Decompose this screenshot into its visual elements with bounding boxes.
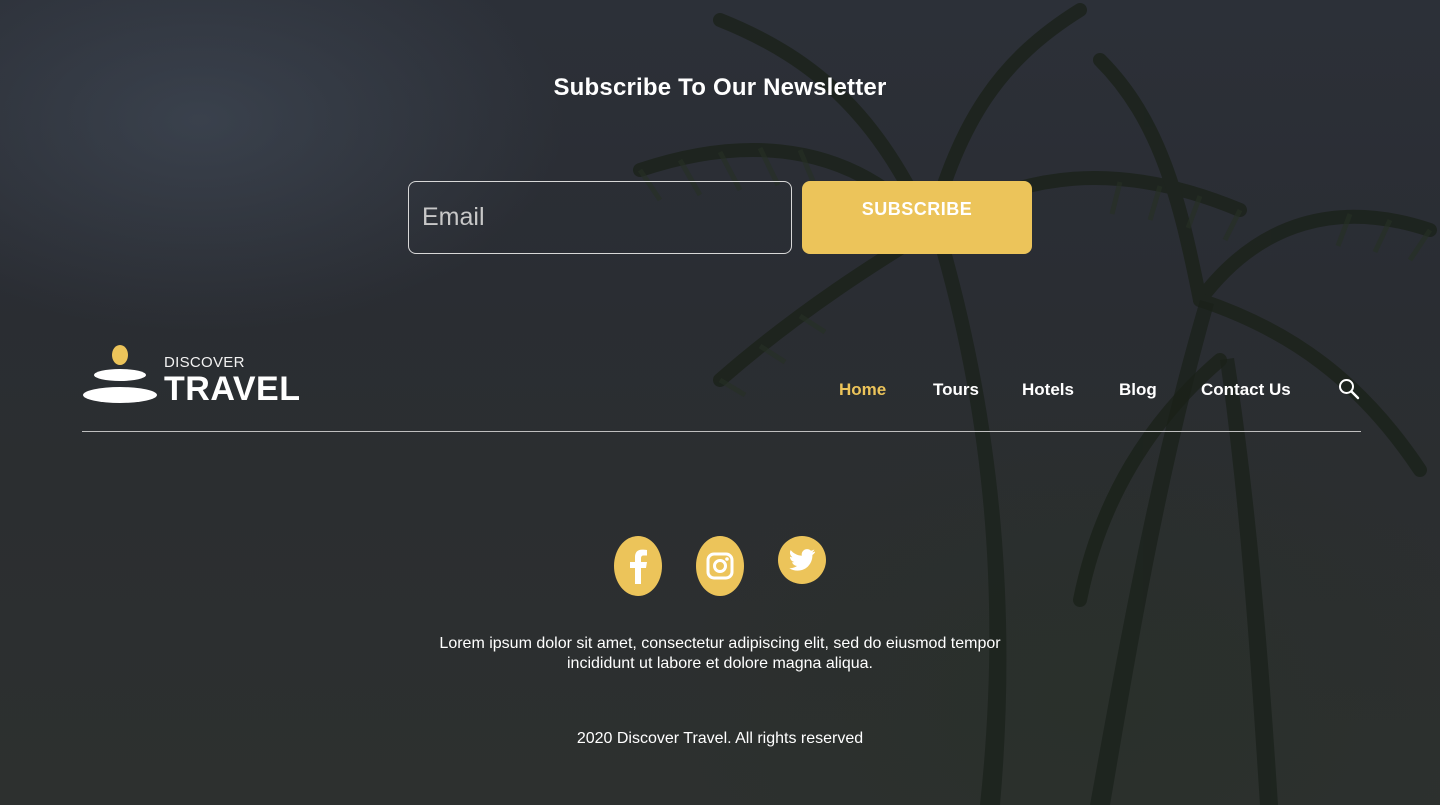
search-icon[interactable] (1338, 378, 1360, 400)
instagram-link[interactable] (696, 536, 744, 596)
newsletter-title: Subscribe To Our Newsletter (553, 74, 887, 101)
email-field[interactable] (408, 181, 792, 254)
footer-section: Subscribe To Our Newsletter SUBSCRIBE DI… (0, 0, 1440, 805)
nav-item-home[interactable]: Home (839, 380, 886, 400)
nav-item-hotels[interactable]: Hotels (1022, 380, 1074, 400)
subscribe-button[interactable]: SUBSCRIBE (802, 181, 1032, 254)
footer-divider (82, 431, 1361, 432)
twitter-icon (778, 536, 826, 584)
nav-item-contact-us[interactable]: Contact Us (1201, 380, 1291, 400)
nav-item-blog[interactable]: Blog (1119, 380, 1157, 400)
twitter-link[interactable] (778, 536, 826, 584)
brand-name-small: DISCOVER (164, 354, 245, 371)
brand-name-big: TRAVEL (164, 370, 301, 408)
instagram-icon (696, 536, 744, 596)
brand-logo[interactable]: DISCOVER TRAVEL (82, 344, 300, 408)
logo-mark-icon (83, 345, 157, 403)
copyright-text: 2020 Discover Travel. All rights reserve… (576, 730, 864, 747)
footer-description-line2: incididunt ut labore et dolore magna ali… (567, 655, 873, 672)
facebook-link[interactable] (614, 536, 662, 596)
footer-description-line1: Lorem ipsum dolor sit amet, consectetur … (439, 635, 1001, 652)
footer-description: Lorem ipsum dolor sit amet, consectetur … (380, 634, 1060, 674)
facebook-icon (614, 536, 662, 596)
nav-item-tours[interactable]: Tours (933, 380, 979, 400)
